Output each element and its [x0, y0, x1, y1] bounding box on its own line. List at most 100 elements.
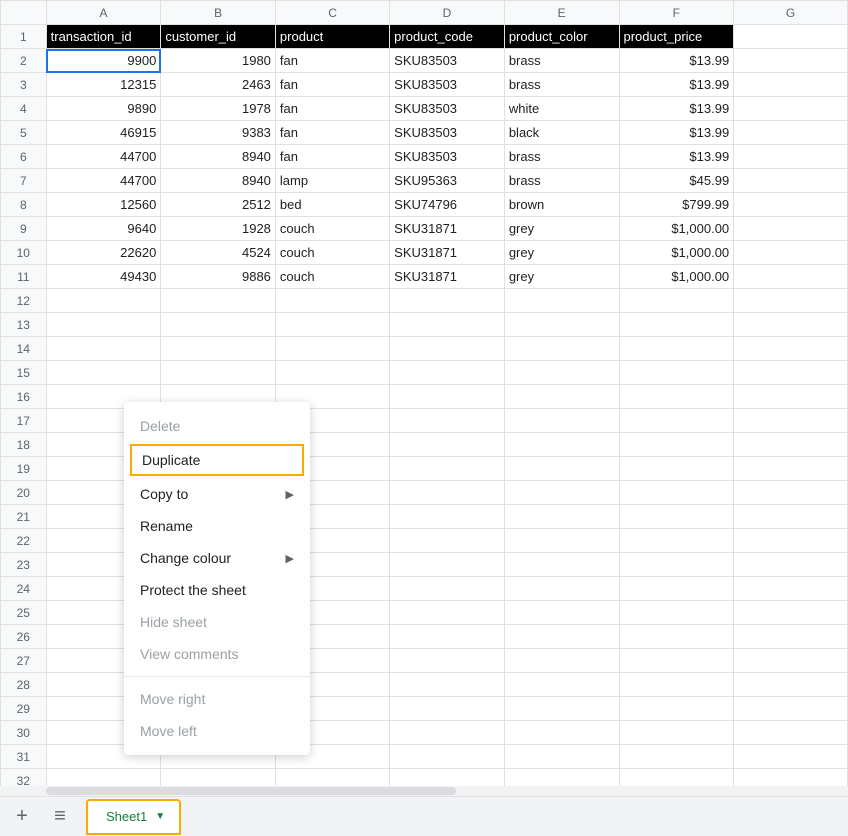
- cell-A2[interactable]: 9900: [46, 49, 161, 73]
- cell-E13[interactable]: [504, 313, 619, 337]
- row-header[interactable]: 11: [1, 265, 47, 289]
- cell-A11[interactable]: 49430: [46, 265, 161, 289]
- cell-F17[interactable]: [619, 409, 734, 433]
- cell-F13[interactable]: [619, 313, 734, 337]
- cell-G30[interactable]: [734, 721, 848, 745]
- cell-E6[interactable]: brass: [504, 145, 619, 169]
- cell-F14[interactable]: [619, 337, 734, 361]
- cell-F26[interactable]: [619, 625, 734, 649]
- cell-B4[interactable]: 1978: [161, 97, 276, 121]
- cell-G23[interactable]: [734, 553, 848, 577]
- cell-F12[interactable]: [619, 289, 734, 313]
- cell-A12[interactable]: [46, 289, 161, 313]
- cell-E24[interactable]: [504, 577, 619, 601]
- cell-E17[interactable]: [504, 409, 619, 433]
- cell-D11[interactable]: SKU31871: [390, 265, 505, 289]
- cell-E4[interactable]: white: [504, 97, 619, 121]
- cell-F30[interactable]: [619, 721, 734, 745]
- row-header[interactable]: 16: [1, 385, 47, 409]
- column-header-G[interactable]: G: [734, 1, 848, 25]
- cell-G21[interactable]: [734, 505, 848, 529]
- cell-E7[interactable]: brass: [504, 169, 619, 193]
- cell-G20[interactable]: [734, 481, 848, 505]
- cell-F18[interactable]: [619, 433, 734, 457]
- cell-C11[interactable]: couch: [275, 265, 389, 289]
- cell-E8[interactable]: brown: [504, 193, 619, 217]
- cell-G9[interactable]: [734, 217, 848, 241]
- cell-B13[interactable]: [161, 313, 276, 337]
- cell-D25[interactable]: [390, 601, 505, 625]
- row-header[interactable]: 22: [1, 529, 47, 553]
- cell-A4[interactable]: 9890: [46, 97, 161, 121]
- cell-D18[interactable]: [390, 433, 505, 457]
- cell-D9[interactable]: SKU31871: [390, 217, 505, 241]
- cell-E25[interactable]: [504, 601, 619, 625]
- cell-E14[interactable]: [504, 337, 619, 361]
- cell-D17[interactable]: [390, 409, 505, 433]
- cell-D8[interactable]: SKU74796: [390, 193, 505, 217]
- cell-D24[interactable]: [390, 577, 505, 601]
- cell-G12[interactable]: [734, 289, 848, 313]
- cell-E5[interactable]: black: [504, 121, 619, 145]
- cell-C3[interactable]: fan: [275, 73, 389, 97]
- row-header[interactable]: 30: [1, 721, 47, 745]
- row-header[interactable]: 18: [1, 433, 47, 457]
- cell-C7[interactable]: lamp: [275, 169, 389, 193]
- cell-B7[interactable]: 8940: [161, 169, 276, 193]
- row-header[interactable]: 21: [1, 505, 47, 529]
- row-header[interactable]: 13: [1, 313, 47, 337]
- cell-B10[interactable]: 4524: [161, 241, 276, 265]
- cell-A10[interactable]: 22620: [46, 241, 161, 265]
- cell-B1[interactable]: customer_id: [161, 25, 276, 49]
- cell-C5[interactable]: fan: [275, 121, 389, 145]
- cell-C1[interactable]: product: [275, 25, 389, 49]
- cell-D5[interactable]: SKU83503: [390, 121, 505, 145]
- row-header[interactable]: 5: [1, 121, 47, 145]
- sheet-tab-dropdown-icon[interactable]: ▼: [155, 811, 165, 822]
- cell-F15[interactable]: [619, 361, 734, 385]
- cell-D1[interactable]: product_code: [390, 25, 505, 49]
- cell-G25[interactable]: [734, 601, 848, 625]
- sheet-tab-sheet1[interactable]: Sheet1 ▼: [86, 799, 181, 835]
- horizontal-scrollbar[interactable]: [0, 786, 848, 796]
- cell-F25[interactable]: [619, 601, 734, 625]
- cell-G24[interactable]: [734, 577, 848, 601]
- cell-D22[interactable]: [390, 529, 505, 553]
- cell-G4[interactable]: [734, 97, 848, 121]
- cell-E9[interactable]: grey: [504, 217, 619, 241]
- cell-D15[interactable]: [390, 361, 505, 385]
- cell-D13[interactable]: [390, 313, 505, 337]
- cell-F6[interactable]: $13.99: [619, 145, 734, 169]
- cell-G28[interactable]: [734, 673, 848, 697]
- cell-A9[interactable]: 9640: [46, 217, 161, 241]
- cell-F1[interactable]: product_price: [619, 25, 734, 49]
- cell-E30[interactable]: [504, 721, 619, 745]
- cell-E12[interactable]: [504, 289, 619, 313]
- row-header[interactable]: 25: [1, 601, 47, 625]
- cell-F2[interactable]: $13.99: [619, 49, 734, 73]
- cell-F20[interactable]: [619, 481, 734, 505]
- cell-D30[interactable]: [390, 721, 505, 745]
- select-all-corner[interactable]: [1, 1, 47, 25]
- cell-E18[interactable]: [504, 433, 619, 457]
- cell-C12[interactable]: [275, 289, 389, 313]
- row-header[interactable]: 1: [1, 25, 47, 49]
- row-header[interactable]: 15: [1, 361, 47, 385]
- cell-E26[interactable]: [504, 625, 619, 649]
- cell-D7[interactable]: SKU95363: [390, 169, 505, 193]
- column-header-E[interactable]: E: [504, 1, 619, 25]
- row-header[interactable]: 27: [1, 649, 47, 673]
- cell-D6[interactable]: SKU83503: [390, 145, 505, 169]
- cell-D2[interactable]: SKU83503: [390, 49, 505, 73]
- cell-G5[interactable]: [734, 121, 848, 145]
- column-header-C[interactable]: C: [275, 1, 389, 25]
- cell-G27[interactable]: [734, 649, 848, 673]
- cell-C4[interactable]: fan: [275, 97, 389, 121]
- cell-D16[interactable]: [390, 385, 505, 409]
- cell-F21[interactable]: [619, 505, 734, 529]
- cell-F7[interactable]: $45.99: [619, 169, 734, 193]
- cell-E20[interactable]: [504, 481, 619, 505]
- cell-C8[interactable]: bed: [275, 193, 389, 217]
- cell-A3[interactable]: 12315: [46, 73, 161, 97]
- cell-C13[interactable]: [275, 313, 389, 337]
